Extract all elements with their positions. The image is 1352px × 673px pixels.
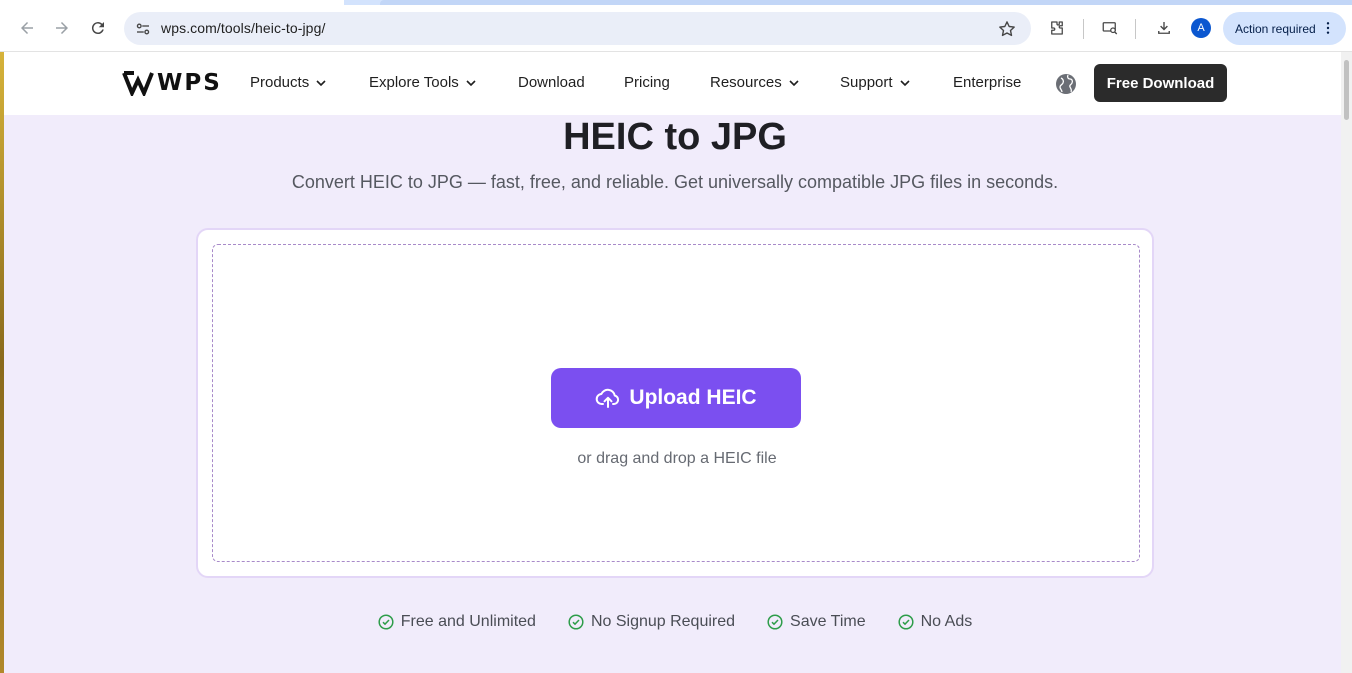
nav-download-label: Download [518, 74, 585, 91]
action-required-label: Action required [1235, 21, 1316, 36]
forward-button[interactable] [47, 13, 77, 43]
feature-item: No Ads [898, 613, 973, 631]
feature-label: No Signup Required [590, 613, 736, 630]
nav-products[interactable]: Products [250, 74, 327, 91]
free-download-button[interactable]: Free Download [1094, 64, 1227, 102]
chevron-down-icon [789, 79, 799, 86]
feature-item: Free and Unlimited [378, 613, 536, 631]
page-title: HEIC to JPG [563, 116, 787, 158]
globe-icon[interactable] [1054, 72, 1078, 96]
nav-download[interactable]: Download [518, 74, 585, 91]
toolbar-divider [1135, 19, 1136, 39]
nav-support[interactable]: Support [840, 74, 911, 91]
cast-search-button[interactable] [1095, 13, 1125, 43]
more-vertical-icon[interactable] [1320, 20, 1336, 36]
chevron-down-icon [466, 79, 476, 86]
nav-enterprise[interactable]: Enterprise [953, 74, 1021, 91]
window-edge [0, 52, 4, 673]
chevron-down-icon [316, 79, 326, 86]
bookmark-star-icon[interactable] [997, 19, 1017, 39]
download-icon [1158, 22, 1170, 34]
screen-search-icon [1102, 22, 1118, 35]
page-content: WPS Products Explore Tools Download Pric… [4, 52, 1341, 673]
chevron-down-icon [899, 79, 910, 86]
check-circle-icon [767, 614, 783, 630]
logo-text: WPS [157, 70, 222, 96]
feature-label: Save Time [790, 613, 866, 630]
site-header: WPS Products Explore Tools Download Pric… [4, 52, 1341, 115]
page-subtitle: Convert HEIC to JPG — fast, free, and re… [291, 172, 1059, 192]
address-bar[interactable]: wps.com/tools/heic-to-jpg/ [124, 12, 1031, 45]
feature-label: Free and Unlimited [400, 613, 536, 630]
nav-products-label: Products [250, 74, 310, 91]
nav-support-label: Support [840, 74, 893, 91]
downloads-button[interactable] [1149, 13, 1179, 43]
browser-toolbar: wps.com/tools/heic-to-jpg/ A Action requ… [0, 5, 1352, 52]
feature-label: No Ads [920, 613, 973, 630]
nav-pricing[interactable]: Pricing [624, 74, 670, 91]
nav-explore-tools-label: Explore Tools [369, 74, 459, 91]
nav-enterprise-label: Enterprise [953, 74, 1022, 91]
reload-icon [91, 22, 104, 35]
reload-button[interactable] [83, 13, 113, 43]
wps-logo-mark-icon [122, 71, 154, 96]
feature-item: No Signup Required [568, 613, 735, 631]
arrow-right-icon [56, 22, 68, 34]
nav-pricing-label: Pricing [624, 74, 670, 91]
browser-window: wps.com/tools/heic-to-jpg/ A Action requ… [0, 0, 1352, 673]
check-circle-icon [568, 614, 584, 630]
toolbar-divider [1083, 19, 1084, 39]
check-circle-icon [378, 614, 394, 630]
action-required-button[interactable]: Action required [1223, 12, 1346, 45]
upload-heic-button[interactable]: Upload HEIC [551, 368, 801, 428]
profile-avatar[interactable]: A [1191, 18, 1211, 38]
upload-button-label: Upload HEIC [629, 386, 757, 409]
cloud-upload-icon [596, 388, 620, 408]
wps-logo[interactable]: WPS [122, 70, 222, 96]
site-settings-icon[interactable] [134, 20, 152, 38]
puzzle-icon [1051, 21, 1063, 35]
page-scrollbar[interactable] [1341, 52, 1352, 673]
nav-resources-label: Resources [710, 74, 782, 91]
nav-resources[interactable]: Resources [710, 74, 800, 91]
feature-item: Save Time [767, 613, 866, 631]
upload-card: Upload HEIC or drag and drop a HEIC file [196, 228, 1154, 578]
back-button[interactable] [12, 13, 42, 43]
check-circle-icon [898, 614, 914, 630]
extensions-button[interactable] [1042, 13, 1072, 43]
feature-list: Free and Unlimited No Signup Required Sa… [4, 613, 1341, 631]
url-text[interactable]: wps.com/tools/heic-to-jpg/ [161, 20, 325, 36]
scrollbar-thumb[interactable] [1344, 60, 1349, 120]
arrow-left-icon [21, 22, 33, 34]
file-dropzone[interactable]: Upload HEIC or drag and drop a HEIC file [212, 244, 1140, 562]
drag-drop-hint: or drag and drop a HEIC file [577, 450, 777, 467]
nav-explore-tools[interactable]: Explore Tools [369, 74, 477, 91]
